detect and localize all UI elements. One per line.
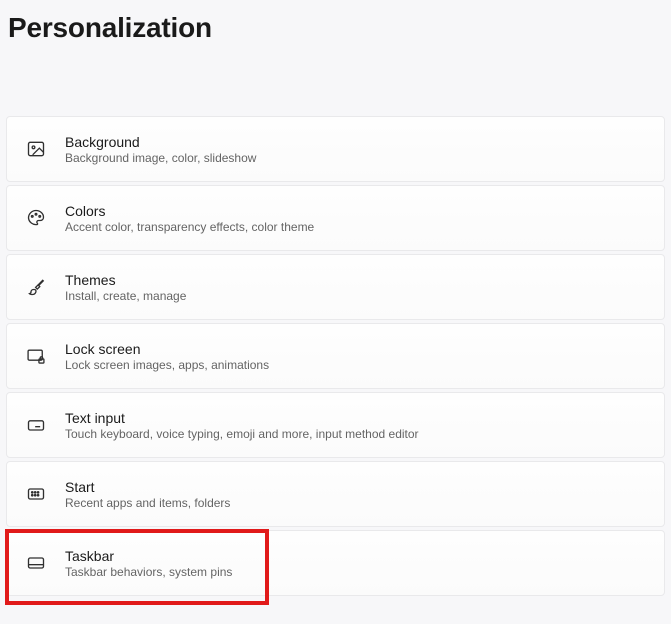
item-subtitle: Taskbar behaviors, system pins bbox=[65, 565, 232, 579]
item-subtitle: Accent color, transparency effects, colo… bbox=[65, 220, 314, 234]
settings-list: Background Background image, color, slid… bbox=[0, 116, 671, 596]
item-subtitle: Recent apps and items, folders bbox=[65, 496, 230, 510]
image-icon bbox=[25, 138, 47, 160]
settings-item-taskbar[interactable]: Taskbar Taskbar behaviors, system pins bbox=[6, 530, 665, 596]
item-title: Background bbox=[65, 134, 256, 150]
item-subtitle: Install, create, manage bbox=[65, 289, 186, 303]
taskbar-icon bbox=[25, 552, 47, 574]
settings-item-text-input[interactable]: Text input Touch keyboard, voice typing,… bbox=[6, 392, 665, 458]
keyboard-icon bbox=[25, 414, 47, 436]
settings-item-colors[interactable]: Colors Accent color, transparency effect… bbox=[6, 185, 665, 251]
item-subtitle: Background image, color, slideshow bbox=[65, 151, 256, 165]
page-title: Personalization bbox=[0, 0, 671, 44]
settings-item-start[interactable]: Start Recent apps and items, folders bbox=[6, 461, 665, 527]
lock-screen-icon bbox=[25, 345, 47, 367]
start-icon bbox=[25, 483, 47, 505]
settings-item-lock-screen[interactable]: Lock screen Lock screen images, apps, an… bbox=[6, 323, 665, 389]
brush-icon bbox=[25, 276, 47, 298]
item-subtitle: Lock screen images, apps, animations bbox=[65, 358, 269, 372]
item-title: Themes bbox=[65, 272, 186, 288]
item-title: Colors bbox=[65, 203, 314, 219]
settings-item-background[interactable]: Background Background image, color, slid… bbox=[6, 116, 665, 182]
item-title: Taskbar bbox=[65, 548, 232, 564]
settings-item-themes[interactable]: Themes Install, create, manage bbox=[6, 254, 665, 320]
item-title: Text input bbox=[65, 410, 419, 426]
item-subtitle: Touch keyboard, voice typing, emoji and … bbox=[65, 427, 419, 441]
palette-icon bbox=[25, 207, 47, 229]
item-title: Lock screen bbox=[65, 341, 269, 357]
item-title: Start bbox=[65, 479, 230, 495]
